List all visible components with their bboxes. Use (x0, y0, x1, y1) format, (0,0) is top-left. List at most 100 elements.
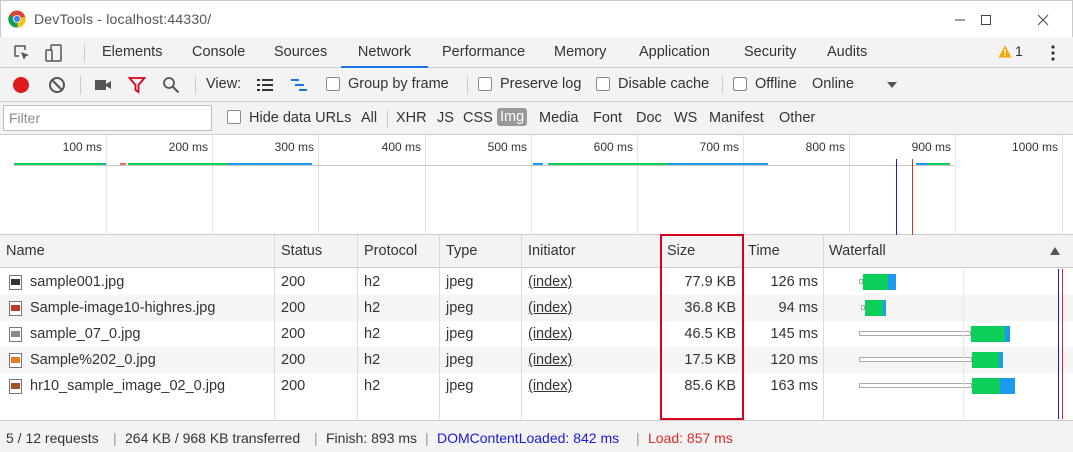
overview-gridline (743, 135, 744, 235)
tab-memory[interactable]: Memory (554, 37, 606, 68)
image-file-icon (9, 379, 22, 394)
column-header-protocol[interactable]: Protocol (364, 243, 417, 259)
waterfall-waiting-bar (859, 357, 972, 362)
preserve-log-checkbox[interactable] (478, 77, 492, 91)
tab-application[interactable]: Application (639, 37, 710, 68)
request-name[interactable]: Sample-image10-highres.jpg (30, 300, 215, 316)
column-divider[interactable] (357, 235, 358, 419)
group-by-frame-label: Group by frame (348, 76, 449, 92)
tab-security[interactable]: Security (744, 37, 796, 68)
filter-input[interactable] (3, 105, 212, 131)
table-row[interactable]: sample001.jpg 200 h2 jpeg (index) 77.9 K… (0, 269, 1073, 295)
chrome-logo (8, 10, 26, 28)
timeline-overview[interactable]: 100 ms 200 ms 300 ms 400 ms 500 ms 600 m… (0, 135, 1073, 235)
dropdown-caret-icon[interactable] (887, 82, 897, 89)
filter-type-css[interactable]: CSS (463, 110, 493, 126)
waterfall-view-icon[interactable] (290, 76, 308, 94)
filter-type-img[interactable]: Img (497, 108, 528, 126)
column-divider[interactable] (274, 235, 275, 419)
table-row[interactable]: sample_07_0.jpg 200 h2 jpeg (index) 46.5… (0, 321, 1073, 347)
filter-type-manifest[interactable]: Manifest (709, 110, 764, 126)
overview-tick-label: 500 ms (487, 140, 527, 154)
request-initiator-link[interactable]: (index) (528, 274, 572, 290)
request-initiator-link[interactable]: (index) (528, 326, 572, 342)
request-name[interactable]: Sample%202_0.jpg (30, 352, 156, 368)
list-view-icon[interactable] (256, 76, 274, 94)
column-divider[interactable] (521, 235, 522, 419)
tab-performance[interactable]: Performance (442, 37, 525, 68)
camera-icon[interactable] (94, 76, 112, 94)
filter-type-all[interactable]: All (361, 110, 377, 126)
kebab-menu-icon[interactable] (1046, 44, 1060, 62)
summary-separator: | (113, 430, 117, 446)
filter-type-js[interactable]: JS (437, 110, 454, 126)
filter-separator (387, 110, 388, 128)
throttling-select[interactable]: Online (812, 76, 854, 92)
filter-type-media[interactable]: Media (539, 110, 579, 126)
tab-console[interactable]: Console (192, 37, 245, 68)
filter-icon[interactable] (128, 76, 146, 94)
table-row[interactable]: hr10_sample_image_02_0.jpg 200 h2 jpeg (… (0, 373, 1073, 399)
load-marker (912, 159, 913, 235)
sort-ascending-icon[interactable] (1050, 247, 1060, 255)
clear-icon[interactable] (48, 76, 66, 94)
request-time: 94 ms (778, 300, 819, 316)
overview-gridline (212, 135, 213, 235)
overview-baseline (14, 165, 954, 166)
filter-type-ws[interactable]: WS (674, 110, 697, 126)
overview-gridline (955, 135, 956, 235)
filter-type-xhr[interactable]: XHR (396, 110, 427, 126)
request-name[interactable]: sample001.jpg (30, 274, 124, 290)
request-type: jpeg (446, 274, 474, 290)
filter-type-font[interactable]: Font (593, 110, 622, 126)
tab-elements[interactable]: Elements (102, 37, 162, 68)
waterfall-ttfb-bar (971, 326, 1005, 342)
column-header-waterfall[interactable]: Waterfall (829, 243, 886, 259)
inspect-icon[interactable] (12, 43, 32, 63)
tab-sources[interactable]: Sources (274, 37, 327, 68)
request-protocol: h2 (364, 352, 381, 368)
overview-tick-label: 400 ms (381, 140, 421, 154)
column-divider[interactable] (823, 235, 824, 419)
offline-checkbox[interactable] (733, 77, 747, 91)
disable-cache-checkbox[interactable] (596, 77, 610, 91)
column-header-name[interactable]: Name (6, 243, 45, 259)
hide-data-urls-checkbox[interactable] (227, 110, 241, 124)
table-row[interactable]: Sample-image10-highres.jpg 200 h2 jpeg (… (0, 295, 1073, 321)
tab-audits[interactable]: Audits (827, 37, 867, 68)
overview-tick-label: 200 ms (168, 140, 208, 154)
waterfall-waiting-bar (859, 383, 972, 388)
filter-type-doc[interactable]: Doc (636, 110, 662, 126)
table-row[interactable]: Sample%202_0.jpg 200 h2 jpeg (index) 17.… (0, 347, 1073, 373)
column-header-type[interactable]: Type (446, 243, 477, 259)
request-name[interactable]: sample_07_0.jpg (30, 326, 140, 342)
close-button[interactable] (1020, 1, 1066, 38)
request-protocol: h2 (364, 274, 381, 290)
maximize-button[interactable] (963, 1, 1009, 38)
search-icon[interactable] (162, 76, 180, 94)
load-time: Load: 857 ms (648, 430, 733, 446)
tab-network[interactable]: Network (341, 37, 428, 68)
request-initiator-link[interactable]: (index) (528, 352, 572, 368)
overview-tick-label: 300 ms (274, 140, 314, 154)
window-title: DevTools - localhost:44330/ (34, 11, 212, 27)
request-name[interactable]: hr10_sample_image_02_0.jpg (30, 378, 225, 394)
request-time: 163 ms (770, 378, 818, 394)
overview-gridline (849, 135, 850, 235)
column-header-time[interactable]: Time (748, 243, 780, 259)
record-icon[interactable] (12, 76, 30, 94)
overview-tick-label: 900 ms (911, 140, 951, 154)
column-header-initiator[interactable]: Initiator (528, 243, 576, 259)
overview-gridline (425, 135, 426, 235)
overview-tick-label: 700 ms (699, 140, 739, 154)
column-header-status[interactable]: Status (281, 243, 322, 259)
title-bar: DevTools - localhost:44330/ (0, 0, 1073, 37)
filter-type-other[interactable]: Other (779, 110, 815, 126)
warnings-counter[interactable]: 1 (998, 43, 1023, 59)
close-icon (1037, 14, 1049, 25)
group-by-frame-checkbox[interactable] (326, 77, 340, 91)
column-divider[interactable] (439, 235, 440, 419)
device-icon[interactable] (44, 43, 64, 63)
request-initiator-link[interactable]: (index) (528, 300, 572, 316)
request-initiator-link[interactable]: (index) (528, 378, 572, 394)
